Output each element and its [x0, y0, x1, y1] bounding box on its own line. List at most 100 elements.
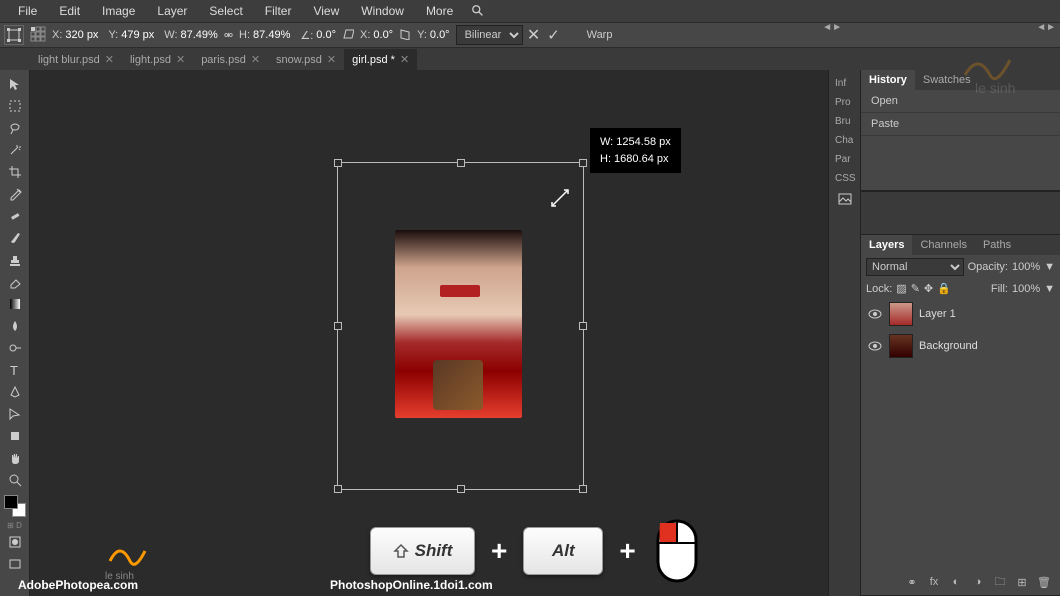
- skewx-value[interactable]: 0.0°: [373, 29, 393, 41]
- close-tab-icon[interactable]: ✕: [251, 53, 260, 66]
- w-value[interactable]: 87.49%: [181, 29, 218, 41]
- handle-sw[interactable]: [334, 485, 342, 493]
- blur-tool[interactable]: [3, 316, 27, 336]
- transform-bounding-box[interactable]: [337, 162, 584, 490]
- close-tab-icon[interactable]: ✕: [327, 53, 336, 66]
- menu-edit[interactable]: Edit: [49, 0, 90, 22]
- search-icon[interactable]: [471, 4, 485, 18]
- document-tab[interactable]: girl.psd *✕: [344, 49, 417, 70]
- mini-info[interactable]: Inf: [829, 74, 860, 93]
- handle-s[interactable]: [457, 485, 465, 493]
- hand-tool[interactable]: [3, 448, 27, 468]
- menu-more[interactable]: More: [416, 0, 463, 22]
- link-icon[interactable]: ⚮: [224, 29, 233, 42]
- cancel-transform-button[interactable]: ✕: [525, 26, 543, 44]
- fill-value[interactable]: 100%: [1012, 283, 1040, 295]
- layer-style-icon[interactable]: fx: [926, 574, 942, 590]
- mini-brushes[interactable]: Bru: [829, 112, 860, 131]
- lock-pixels-icon[interactable]: ✎: [911, 282, 920, 295]
- canvas[interactable]: W: 1254.58 px H: 1680.64 px le sinh Shif…: [30, 70, 828, 596]
- document-tab[interactable]: paris.psd✕: [193, 49, 268, 70]
- document-tab[interactable]: light blur.psd✕: [30, 49, 122, 70]
- gradient-tool[interactable]: [3, 294, 27, 314]
- tab-history[interactable]: History: [861, 70, 915, 90]
- angle-value[interactable]: 0.0°: [316, 29, 336, 41]
- lock-position-icon[interactable]: ✥: [924, 282, 933, 295]
- interpolation-select[interactable]: Bilinear: [456, 25, 523, 45]
- mini-css[interactable]: CSS: [829, 169, 860, 188]
- mini-image-icon[interactable]: [836, 190, 854, 208]
- history-item[interactable]: Open: [861, 90, 1060, 113]
- x-value[interactable]: 320 px: [65, 29, 98, 41]
- handle-w[interactable]: [334, 322, 342, 330]
- eyedropper-tool[interactable]: [3, 184, 27, 204]
- handle-nw[interactable]: [334, 159, 342, 167]
- commit-transform-button[interactable]: ✓: [545, 26, 563, 44]
- layer-row[interactable]: Layer 1: [861, 298, 1060, 330]
- dodge-tool[interactable]: [3, 338, 27, 358]
- menu-file[interactable]: File: [8, 0, 47, 22]
- menu-image[interactable]: Image: [92, 0, 145, 22]
- move-tool[interactable]: [3, 74, 27, 94]
- opacity-value[interactable]: 100%: [1012, 261, 1040, 273]
- stamp-tool[interactable]: [3, 250, 27, 270]
- tab-paths[interactable]: Paths: [975, 235, 1019, 255]
- menu-layer[interactable]: Layer: [147, 0, 197, 22]
- mini-paragraph[interactable]: Par: [829, 150, 860, 169]
- swatch-mode-icon[interactable]: ⊞ D: [7, 521, 22, 530]
- healing-tool[interactable]: [3, 206, 27, 226]
- reference-point-icon[interactable]: [30, 26, 46, 45]
- new-layer-icon[interactable]: ⊞: [1014, 574, 1030, 590]
- quick-mask-icon[interactable]: [3, 532, 27, 552]
- crop-tool[interactable]: [3, 162, 27, 182]
- close-tab-icon[interactable]: ✕: [400, 53, 409, 66]
- lasso-tool[interactable]: [3, 118, 27, 138]
- document-tab[interactable]: light.psd✕: [122, 49, 193, 70]
- lock-all-icon[interactable]: 🔒: [937, 282, 951, 295]
- delete-layer-icon[interactable]: 🗑: [1036, 574, 1052, 590]
- menu-filter[interactable]: Filter: [255, 0, 302, 22]
- tab-channels[interactable]: Channels: [912, 235, 974, 255]
- history-item[interactable]: Paste: [861, 113, 1060, 136]
- new-group-icon[interactable]: 🗀: [992, 574, 1008, 590]
- fill-dropdown-icon[interactable]: ▼: [1044, 283, 1055, 295]
- menu-select[interactable]: Select: [199, 0, 252, 22]
- handle-e[interactable]: [579, 322, 587, 330]
- color-swatches[interactable]: [4, 495, 26, 517]
- type-tool[interactable]: T: [3, 360, 27, 380]
- lock-transparent-icon[interactable]: ▨: [896, 282, 906, 295]
- menu-view[interactable]: View: [303, 0, 349, 22]
- visibility-icon[interactable]: [867, 338, 883, 354]
- eraser-tool[interactable]: [3, 272, 27, 292]
- blend-mode-select[interactable]: Normal: [866, 258, 964, 276]
- layer-mask-icon[interactable]: ◐: [948, 574, 964, 590]
- handle-n[interactable]: [457, 159, 465, 167]
- wand-tool[interactable]: [3, 140, 27, 160]
- brush-tool[interactable]: [3, 228, 27, 248]
- collapse-mini-icon[interactable]: ◄►: [822, 22, 842, 33]
- tab-layers[interactable]: Layers: [861, 235, 912, 255]
- mini-properties[interactable]: Pro: [829, 93, 860, 112]
- opacity-dropdown-icon[interactable]: ▼: [1044, 261, 1055, 273]
- pen-tool[interactable]: [3, 382, 27, 402]
- handle-se[interactable]: [579, 485, 587, 493]
- warp-button[interactable]: Warp: [587, 29, 613, 41]
- h-value[interactable]: 87.49%: [253, 29, 290, 41]
- shape-tool[interactable]: [3, 426, 27, 446]
- layer-name[interactable]: Layer 1: [919, 308, 956, 320]
- collapse-right-icon[interactable]: ◄►: [1036, 22, 1056, 33]
- tab-swatches[interactable]: Swatches: [915, 70, 979, 90]
- layer-name[interactable]: Background: [919, 340, 978, 352]
- menu-window[interactable]: Window: [351, 0, 414, 22]
- skewy-value[interactable]: 0.0°: [430, 29, 450, 41]
- adjustment-layer-icon[interactable]: ◑: [970, 574, 986, 590]
- handle-ne[interactable]: [579, 159, 587, 167]
- visibility-icon[interactable]: [867, 306, 883, 322]
- mini-character[interactable]: Cha: [829, 131, 860, 150]
- screen-mode-icon[interactable]: [3, 554, 27, 574]
- marquee-tool[interactable]: [3, 96, 27, 116]
- y-value[interactable]: 479 px: [121, 29, 154, 41]
- layer-row[interactable]: Background: [861, 330, 1060, 362]
- document-tab[interactable]: snow.psd✕: [268, 49, 344, 70]
- close-tab-icon[interactable]: ✕: [176, 53, 185, 66]
